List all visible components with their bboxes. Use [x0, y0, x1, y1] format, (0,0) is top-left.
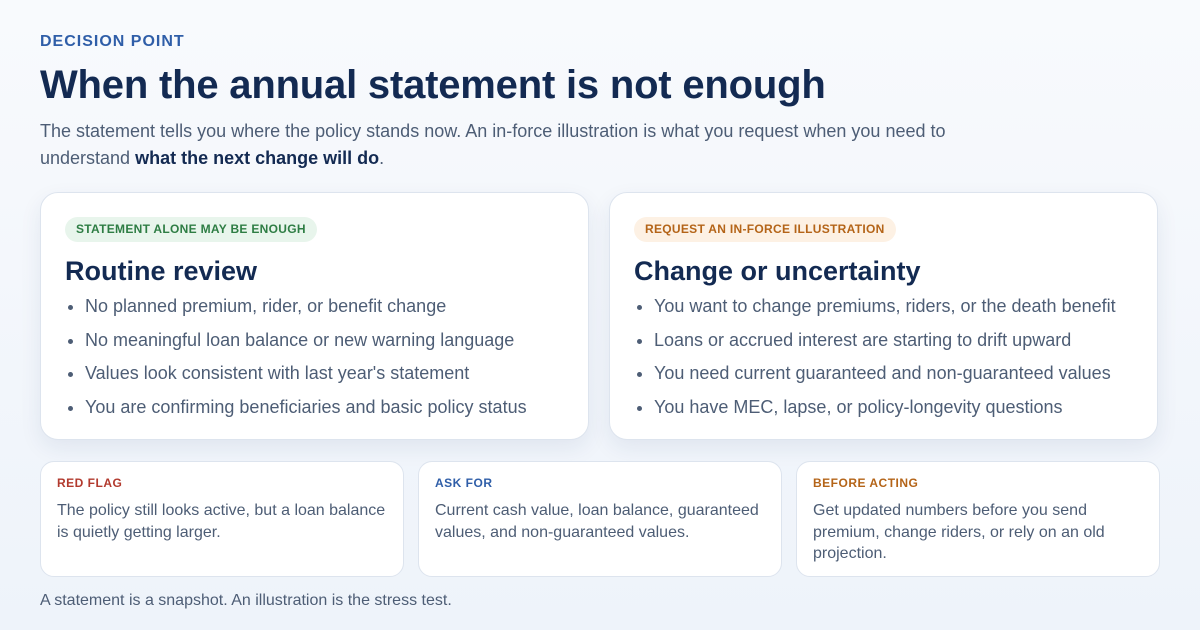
- card-title: Change or uncertainty: [634, 256, 921, 286]
- list-item: You want to change premiums, riders, or …: [654, 295, 1133, 317]
- note-text: Get updated numbers before you send prem…: [813, 502, 1105, 562]
- note-label: ASK FOR: [435, 476, 493, 490]
- note-label: RED FLAG: [57, 476, 123, 490]
- note-card-ask-for: ASK FOR Current cash value, loan balance…: [418, 461, 782, 577]
- list-item: You are confirming beneficiaries and bas…: [85, 396, 564, 418]
- comparison-cards: STATEMENT ALONE MAY BE ENOUGH Routine re…: [40, 192, 1160, 442]
- subtitle-end: .: [379, 148, 385, 168]
- checklist: You want to change premiums, riders, or …: [634, 295, 1133, 418]
- footer-caption: A statement is a snapshot. An illustrati…: [40, 592, 452, 609]
- page-title: When the annual statement is not enough: [40, 63, 826, 107]
- note-card-before-acting: BEFORE ACTING Get updated numbers before…: [796, 461, 1160, 577]
- list-item: You have MEC, lapse, or policy-longevity…: [654, 396, 1133, 418]
- note-text: The policy still looks active, but a loa…: [57, 502, 386, 541]
- note-text: Current cash value, loan balance, guaran…: [435, 502, 759, 541]
- status-badge-statement-enough: STATEMENT ALONE MAY BE ENOUGH: [65, 217, 317, 242]
- status-badge-request-illustration: REQUEST AN IN-FORCE ILLUSTRATION: [634, 217, 896, 242]
- page: DECISION POINT When the annual statement…: [40, 32, 1160, 609]
- list-item: Values look consistent with last year's …: [85, 362, 564, 384]
- card-routine-review: STATEMENT ALONE MAY BE ENOUGH Routine re…: [40, 192, 589, 440]
- page-subtitle: The statement tells you where the policy…: [40, 118, 1020, 172]
- subtitle-emphasis: what the next change will do: [135, 148, 380, 168]
- card-change-or-uncertainty: REQUEST AN IN-FORCE ILLUSTRATION Change …: [609, 192, 1158, 440]
- list-item: No meaningful loan balance or new warnin…: [85, 329, 564, 351]
- note-cards: RED FLAG The policy still looks active, …: [40, 461, 1160, 577]
- eyebrow-label: DECISION POINT: [40, 33, 185, 50]
- card-title: Routine review: [65, 256, 258, 286]
- note-label: BEFORE ACTING: [813, 476, 919, 490]
- note-card-red-flag: RED FLAG The policy still looks active, …: [40, 461, 404, 577]
- list-item: No planned premium, rider, or benefit ch…: [85, 295, 564, 317]
- checklist: No planned premium, rider, or benefit ch…: [65, 295, 564, 418]
- list-item: Loans or accrued interest are starting t…: [654, 329, 1133, 351]
- list-item: You need current guaranteed and non-guar…: [654, 362, 1133, 384]
